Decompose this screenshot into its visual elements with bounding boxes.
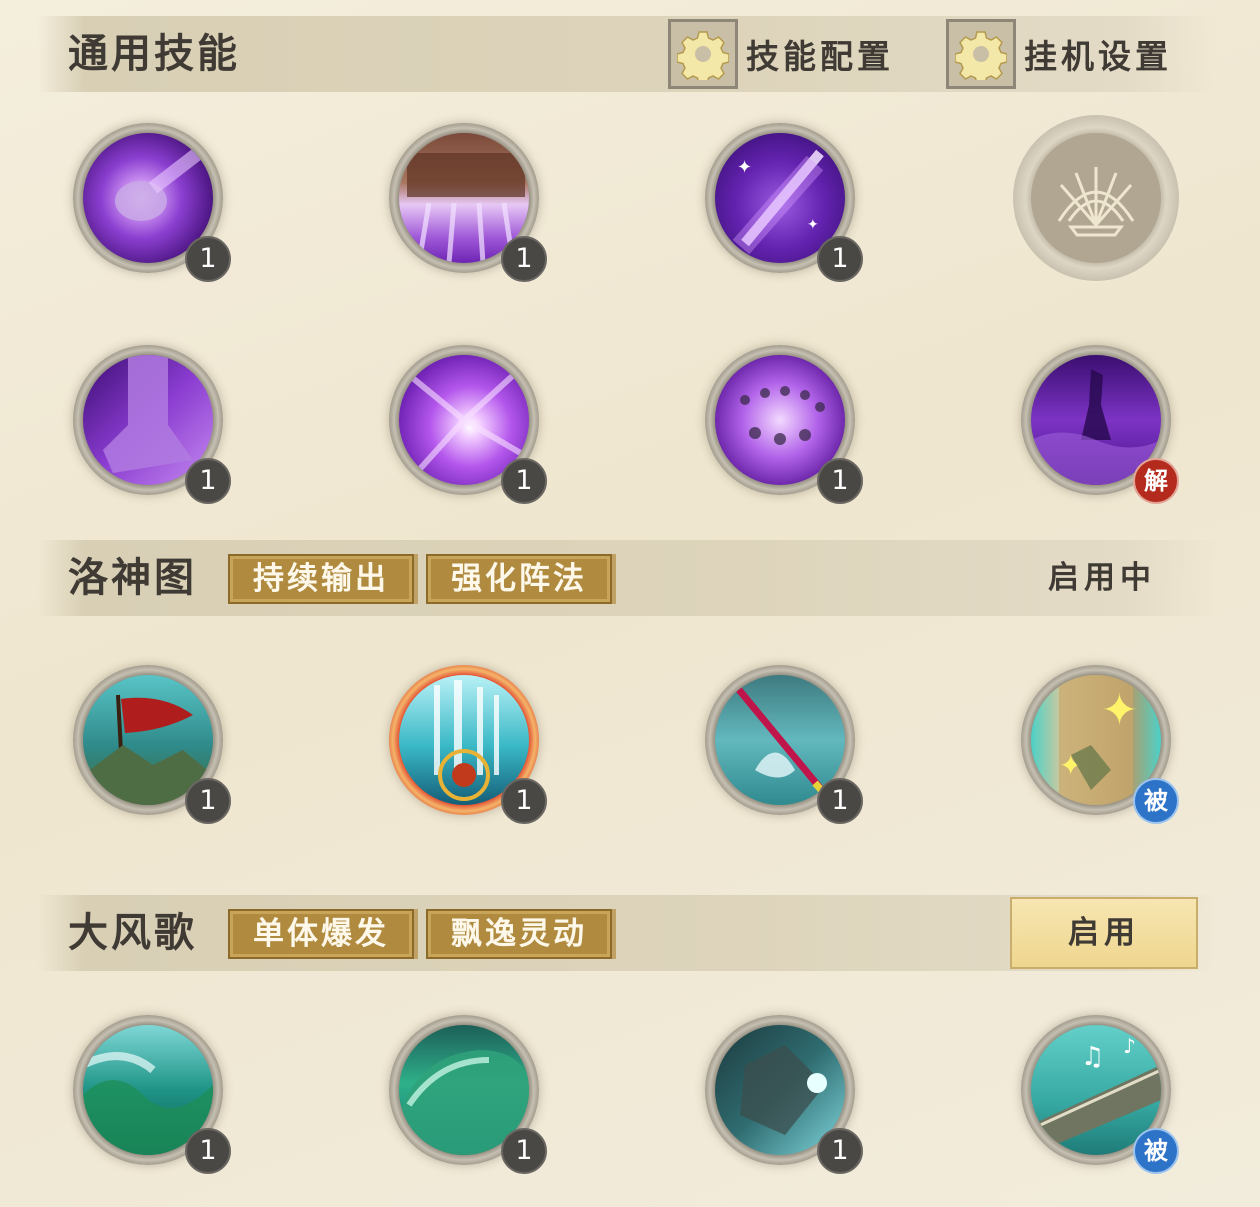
- teal-wave-skill-icon[interactable]: 1: [389, 1015, 547, 1174]
- skill-level-badge: 1: [817, 236, 863, 282]
- general-skills-title: 通用技能: [68, 30, 240, 77]
- purple-burst-skill-icon[interactable]: 1: [389, 345, 547, 504]
- skill-level-badge: 1: [501, 458, 547, 504]
- svg-text:♪: ♪: [1123, 1034, 1136, 1058]
- dafengge-tag-graceful-agile: 飘逸灵动: [426, 909, 612, 959]
- skill-level-badge: 1: [501, 778, 547, 824]
- purple-meteor-skill-icon[interactable]: 1: [73, 123, 231, 282]
- green-wave-skill-icon[interactable]: 1: [73, 1015, 231, 1174]
- scroll-explosion-skill-icon[interactable]: ✦ ✦ 被: [1021, 665, 1179, 824]
- svg-text:✦: ✦: [807, 217, 819, 233]
- luoshen-tag-sustained-output: 持续输出: [228, 554, 414, 604]
- luoshen-tag-enhance-array: 强化阵法: [426, 554, 612, 604]
- unlock-badge: 解: [1133, 458, 1179, 504]
- skill-level-badge: 1: [817, 778, 863, 824]
- purple-array-skill-icon[interactable]: 1: [705, 345, 863, 504]
- light-pillar-array-skill-icon[interactable]: 1: [389, 665, 547, 824]
- passive-badge: 被: [1133, 778, 1179, 824]
- svg-text:✦: ✦: [737, 157, 752, 178]
- skill-level-badge: 1: [501, 1128, 547, 1174]
- dafengge-header: 大风歌 单体爆发 飘逸灵动 启用: [38, 895, 1218, 971]
- skill-config-label: 技能配置: [746, 37, 894, 76]
- purple-comet-skill-icon[interactable]: ✦ ✦ 1: [705, 123, 863, 282]
- dafengge-tag-single-burst: 单体爆发: [228, 909, 414, 959]
- gear-icon: [946, 19, 1016, 89]
- war-banner-skill-icon[interactable]: 1: [73, 665, 231, 824]
- purple-zither-skill-icon[interactable]: 1: [389, 123, 547, 282]
- svg-text:♫: ♫: [1081, 1042, 1104, 1072]
- gear-icon: [668, 19, 738, 89]
- purple-boot-skill-icon[interactable]: 1: [73, 345, 231, 504]
- skill-config-button[interactable]: 技能配置: [668, 16, 894, 92]
- luoshen-header: 洛神图 持续输出 强化阵法 启用中: [38, 540, 1218, 616]
- skill-level-badge: 1: [185, 778, 231, 824]
- water-staff-skill-icon[interactable]: 1: [705, 665, 863, 824]
- purple-goddess-skill-icon[interactable]: 解: [1021, 345, 1179, 504]
- guzheng-music-skill-icon[interactable]: ♫ ♪ 被: [1021, 1015, 1179, 1174]
- skill-level-badge: 1: [185, 236, 231, 282]
- luoshen-status: 启用中: [1048, 560, 1156, 596]
- enable-button[interactable]: 启用: [1010, 897, 1198, 969]
- spirit-strike-skill-icon[interactable]: 1: [705, 1015, 863, 1174]
- dafengge-title: 大风歌: [68, 909, 197, 956]
- auto-config-label: 挂机设置: [1024, 37, 1172, 76]
- fan-locked-skill-icon[interactable]: [1013, 115, 1179, 281]
- skill-level-badge: 1: [185, 458, 231, 504]
- general-skills-header: 通用技能 技能配置 挂机设置: [38, 16, 1218, 92]
- auto-config-button[interactable]: 挂机设置: [946, 16, 1172, 92]
- skill-level-badge: 1: [817, 1128, 863, 1174]
- luoshen-title: 洛神图: [68, 554, 197, 601]
- skill-level-badge: 1: [501, 236, 547, 282]
- passive-badge: 被: [1133, 1128, 1179, 1174]
- skill-level-badge: 1: [185, 1128, 231, 1174]
- svg-text:✦: ✦: [1101, 685, 1138, 736]
- skill-level-badge: 1: [817, 458, 863, 504]
